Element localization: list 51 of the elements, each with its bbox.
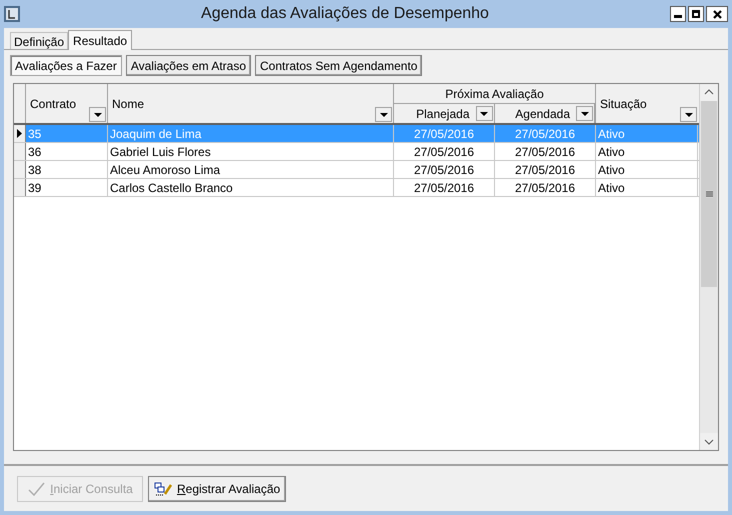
- table-cell: 27/05/2016: [495, 161, 596, 178]
- table-cell: Ativo: [596, 179, 698, 196]
- edit-icon: [154, 482, 172, 496]
- table-cell: 36: [26, 143, 108, 160]
- action-button[interactable]: Registrar Avaliação: [148, 476, 286, 502]
- app-icon: [4, 6, 20, 22]
- dropdown-icon[interactable]: [375, 107, 392, 122]
- column-header[interactable]: Situação: [596, 84, 698, 123]
- table-cell: Gabriel Luis Flores: [108, 143, 394, 160]
- table-cell: Joaquim de Lima: [108, 125, 394, 142]
- window-title: Agenda das Avaliações de Desempenho: [200, 4, 490, 24]
- table-cell: 27/05/2016: [394, 161, 495, 178]
- table-cell: 27/05/2016: [495, 179, 596, 196]
- column-header[interactable]: Planejada: [394, 104, 494, 123]
- column-group-header: Próxima Avaliação: [394, 84, 595, 104]
- table-cell: 38: [26, 161, 108, 178]
- view-button[interactable]: Avaliações em Atraso: [126, 55, 252, 76]
- maximize-button[interactable]: [688, 6, 704, 22]
- table-cell: Ativo: [596, 125, 698, 142]
- scroll-up-icon[interactable]: [700, 84, 718, 101]
- table-cell: 27/05/2016: [394, 125, 495, 142]
- column-header[interactable]: Agendada: [494, 104, 595, 123]
- dropdown-icon[interactable]: [89, 107, 106, 122]
- close-button[interactable]: [706, 6, 728, 22]
- dropdown-icon[interactable]: [476, 106, 492, 121]
- close-icon: [712, 10, 722, 18]
- current-row-icon: [17, 129, 22, 138]
- table-cell: 39: [26, 179, 108, 196]
- table-cell: 27/05/2016: [495, 143, 596, 160]
- view-button[interactable]: Avaliações a Fazer: [10, 55, 122, 76]
- table-cell: 27/05/2016: [394, 179, 495, 196]
- tab[interactable]: Definição: [10, 32, 68, 49]
- table-cell: 27/05/2016: [495, 125, 596, 142]
- minimize-button[interactable]: [670, 6, 686, 22]
- dropdown-icon[interactable]: [576, 106, 593, 121]
- column-header[interactable]: Contrato: [26, 84, 108, 123]
- table-cell: Ativo: [596, 143, 698, 160]
- table-cell: Alceu Amoroso Lima: [108, 161, 394, 178]
- scroll-down-icon[interactable]: [700, 433, 718, 450]
- column-header[interactable]: Nome: [108, 84, 394, 123]
- scroll-thumb[interactable]: [701, 101, 717, 287]
- tab[interactable]: Resultado: [68, 30, 132, 50]
- view-button[interactable]: Contratos Sem Agendamento: [255, 55, 422, 76]
- table-cell: 35: [26, 125, 108, 142]
- table-cell: 27/05/2016: [394, 143, 495, 160]
- vertical-scrollbar[interactable]: [699, 84, 718, 450]
- check-icon: [27, 480, 46, 496]
- table-cell: Ativo: [596, 161, 698, 178]
- row-indicator[interactable]: [14, 125, 26, 142]
- dropdown-icon[interactable]: [680, 107, 697, 122]
- table-cell: Carlos Castello Branco: [108, 179, 394, 196]
